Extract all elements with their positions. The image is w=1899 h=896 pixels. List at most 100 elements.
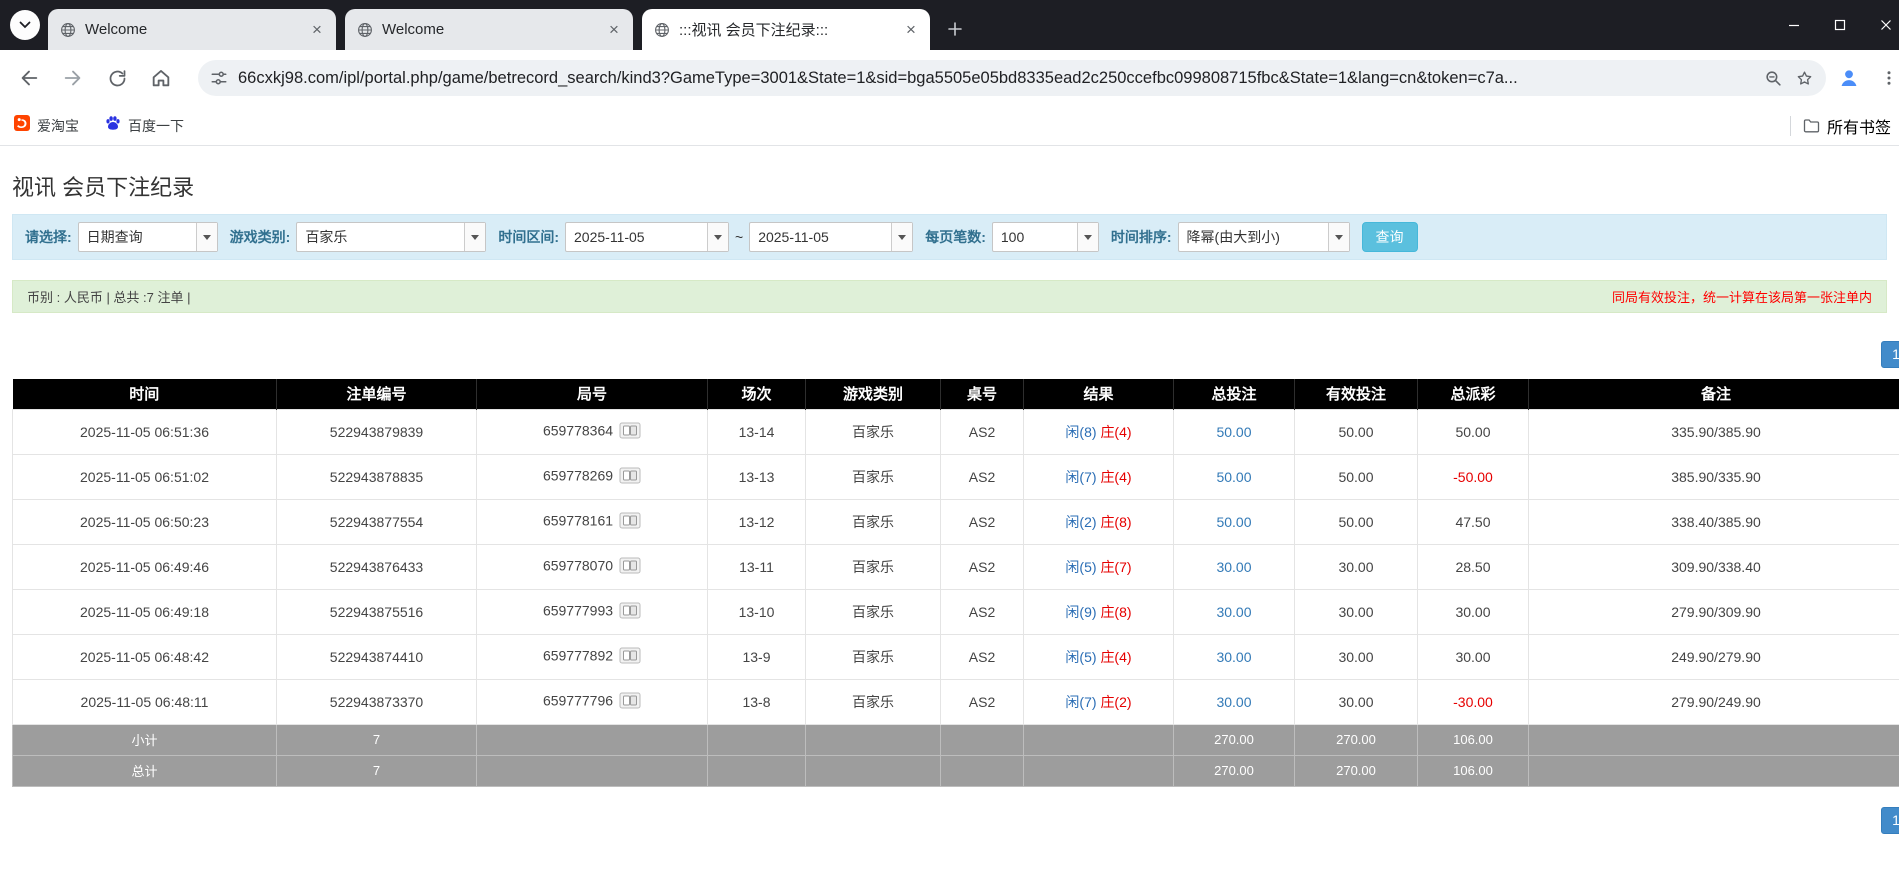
close-tab-icon[interactable]: ×: [902, 21, 920, 39]
column-header-6: 结果: [1024, 379, 1174, 409]
column-header-3: 场次: [708, 379, 806, 409]
range-separator: ~: [735, 229, 743, 245]
home-button[interactable]: [144, 61, 178, 95]
remark-cell: 338.40/385.90: [1529, 499, 1899, 544]
globe-icon: [60, 22, 76, 38]
chevron-down-icon[interactable]: [1328, 223, 1349, 251]
tab-welcome-2[interactable]: Welcome ×: [345, 9, 633, 50]
search-button[interactable]: 查询: [1362, 222, 1418, 252]
time-cell: 2025-11-05 06:48:11: [13, 679, 277, 724]
chevron-down-icon[interactable]: [1077, 223, 1098, 251]
date-to-input[interactable]: 2025-11-05: [749, 222, 913, 252]
payout-cell: 50.00: [1418, 409, 1529, 454]
bet-id-cell: 522943873370: [277, 679, 477, 724]
close-tab-icon[interactable]: ×: [308, 21, 326, 39]
session-cell: 13-14: [708, 409, 806, 454]
result-banker: 庄(4): [1100, 469, 1131, 485]
page-size-select[interactable]: 100: [992, 222, 1099, 252]
payout-cell: -50.00: [1418, 454, 1529, 499]
site-info-icon[interactable]: [210, 69, 228, 87]
menu-kebab-icon[interactable]: [1872, 61, 1899, 95]
pagination-top: 1: [0, 341, 1899, 368]
all-bookmarks[interactable]: 所有书签: [1790, 114, 1891, 138]
tab-search-button[interactable]: [10, 10, 40, 40]
sort-order-select[interactable]: 降幂(由大到小): [1178, 222, 1350, 252]
new-tab-button[interactable]: [939, 13, 971, 45]
view-cards-icon[interactable]: [619, 557, 641, 577]
column-header-9: 总派彩: [1418, 379, 1529, 409]
bet-id-cell: 522943878835: [277, 454, 477, 499]
time-cell: 2025-11-05 06:51:02: [13, 454, 277, 499]
view-cards-icon[interactable]: [619, 692, 641, 712]
chevron-down-icon[interactable]: [464, 223, 485, 251]
chevron-down-icon[interactable]: [196, 223, 217, 251]
time-cell: 2025-11-05 06:48:42: [13, 634, 277, 679]
view-cards-icon[interactable]: [619, 422, 641, 442]
chevron-down-icon: [19, 16, 31, 34]
bookmark-label: 爱淘宝: [37, 116, 79, 136]
round-cell: 659778161: [477, 499, 708, 544]
forward-button[interactable]: [56, 61, 90, 95]
view-cards-icon[interactable]: [619, 647, 641, 667]
address-bar[interactable]: 66cxkj98.com/ipl/portal.php/game/betreco…: [198, 60, 1826, 96]
page-button-1[interactable]: 1: [1881, 807, 1899, 834]
total-bet-cell[interactable]: 50.00: [1174, 499, 1295, 544]
profile-icon[interactable]: [1832, 61, 1866, 95]
minimize-button[interactable]: [1771, 0, 1817, 50]
navigation-bar: 66cxkj98.com/ipl/portal.php/game/betreco…: [0, 50, 1899, 106]
view-cards-icon[interactable]: [619, 602, 641, 622]
remark-cell: 249.90/279.90: [1529, 634, 1899, 679]
total-row-cell: [941, 755, 1024, 786]
date-query-select[interactable]: 日期查询: [78, 222, 218, 252]
bookmark-item-baidu[interactable]: 百度一下: [105, 115, 184, 136]
chevron-down-icon[interactable]: [891, 223, 912, 251]
total-row: 总计7270.00270.00106.00: [13, 755, 1899, 786]
valid-bet-cell: 30.00: [1295, 589, 1418, 634]
subtotal-row-cell: 7: [277, 724, 477, 755]
close-tab-icon[interactable]: ×: [605, 21, 623, 39]
url-text[interactable]: 66cxkj98.com/ipl/portal.php/game/betreco…: [238, 69, 1752, 88]
total-bet-cell[interactable]: 30.00: [1174, 679, 1295, 724]
date-from-input[interactable]: 2025-11-05: [565, 222, 729, 252]
table-no-cell: AS2: [941, 499, 1024, 544]
total-bet-cell[interactable]: 30.00: [1174, 634, 1295, 679]
round-cell: 659778364: [477, 409, 708, 454]
reload-button[interactable]: [100, 61, 134, 95]
table-row: 2025-11-05 06:50:23522943877554659778161…: [13, 499, 1899, 544]
payout-cell: 28.50: [1418, 544, 1529, 589]
view-cards-icon[interactable]: [619, 512, 641, 532]
valid-bet-cell: 30.00: [1295, 634, 1418, 679]
tab-betrecord-active[interactable]: :::视讯 会员下注纪录::: ×: [642, 9, 930, 50]
close-button[interactable]: [1863, 0, 1899, 50]
valid-bet-cell: 50.00: [1295, 409, 1418, 454]
bookmark-star-icon[interactable]: [1795, 69, 1814, 88]
page-button-1[interactable]: 1: [1881, 341, 1899, 368]
bookmark-item-aitaobao[interactable]: 爱淘宝: [14, 115, 79, 136]
game-type-select[interactable]: 百家乐: [296, 222, 486, 252]
total-bet-cell[interactable]: 30.00: [1174, 544, 1295, 589]
column-header-2: 局号: [477, 379, 708, 409]
select-value: 日期查询: [79, 223, 196, 251]
column-header-1: 注单编号: [277, 379, 477, 409]
game-type-cell: 百家乐: [806, 589, 941, 634]
folder-icon: [1803, 118, 1820, 133]
maximize-button[interactable]: [1817, 0, 1863, 50]
tab-welcome-1[interactable]: Welcome ×: [48, 9, 336, 50]
round-cell: 659778269: [477, 454, 708, 499]
total-bet-cell[interactable]: 50.00: [1174, 409, 1295, 454]
result-cell: 闲(2) 庄(8): [1024, 499, 1174, 544]
subtotal-row-cell: 270.00: [1174, 724, 1295, 755]
chevron-down-icon[interactable]: [707, 223, 728, 251]
payout-cell: 47.50: [1418, 499, 1529, 544]
tab-title: Welcome: [85, 21, 308, 38]
zoom-icon[interactable]: [1764, 69, 1783, 88]
total-row-cell: [708, 755, 806, 786]
page-title: 视讯 会员下注纪录: [12, 170, 1899, 202]
total-bet-cell[interactable]: 50.00: [1174, 454, 1295, 499]
globe-icon: [654, 22, 670, 38]
total-bet-cell[interactable]: 30.00: [1174, 589, 1295, 634]
tab-title: Welcome: [382, 21, 605, 38]
result-player: 闲(2): [1065, 514, 1096, 530]
view-cards-icon[interactable]: [619, 467, 641, 487]
back-button[interactable]: [12, 61, 46, 95]
